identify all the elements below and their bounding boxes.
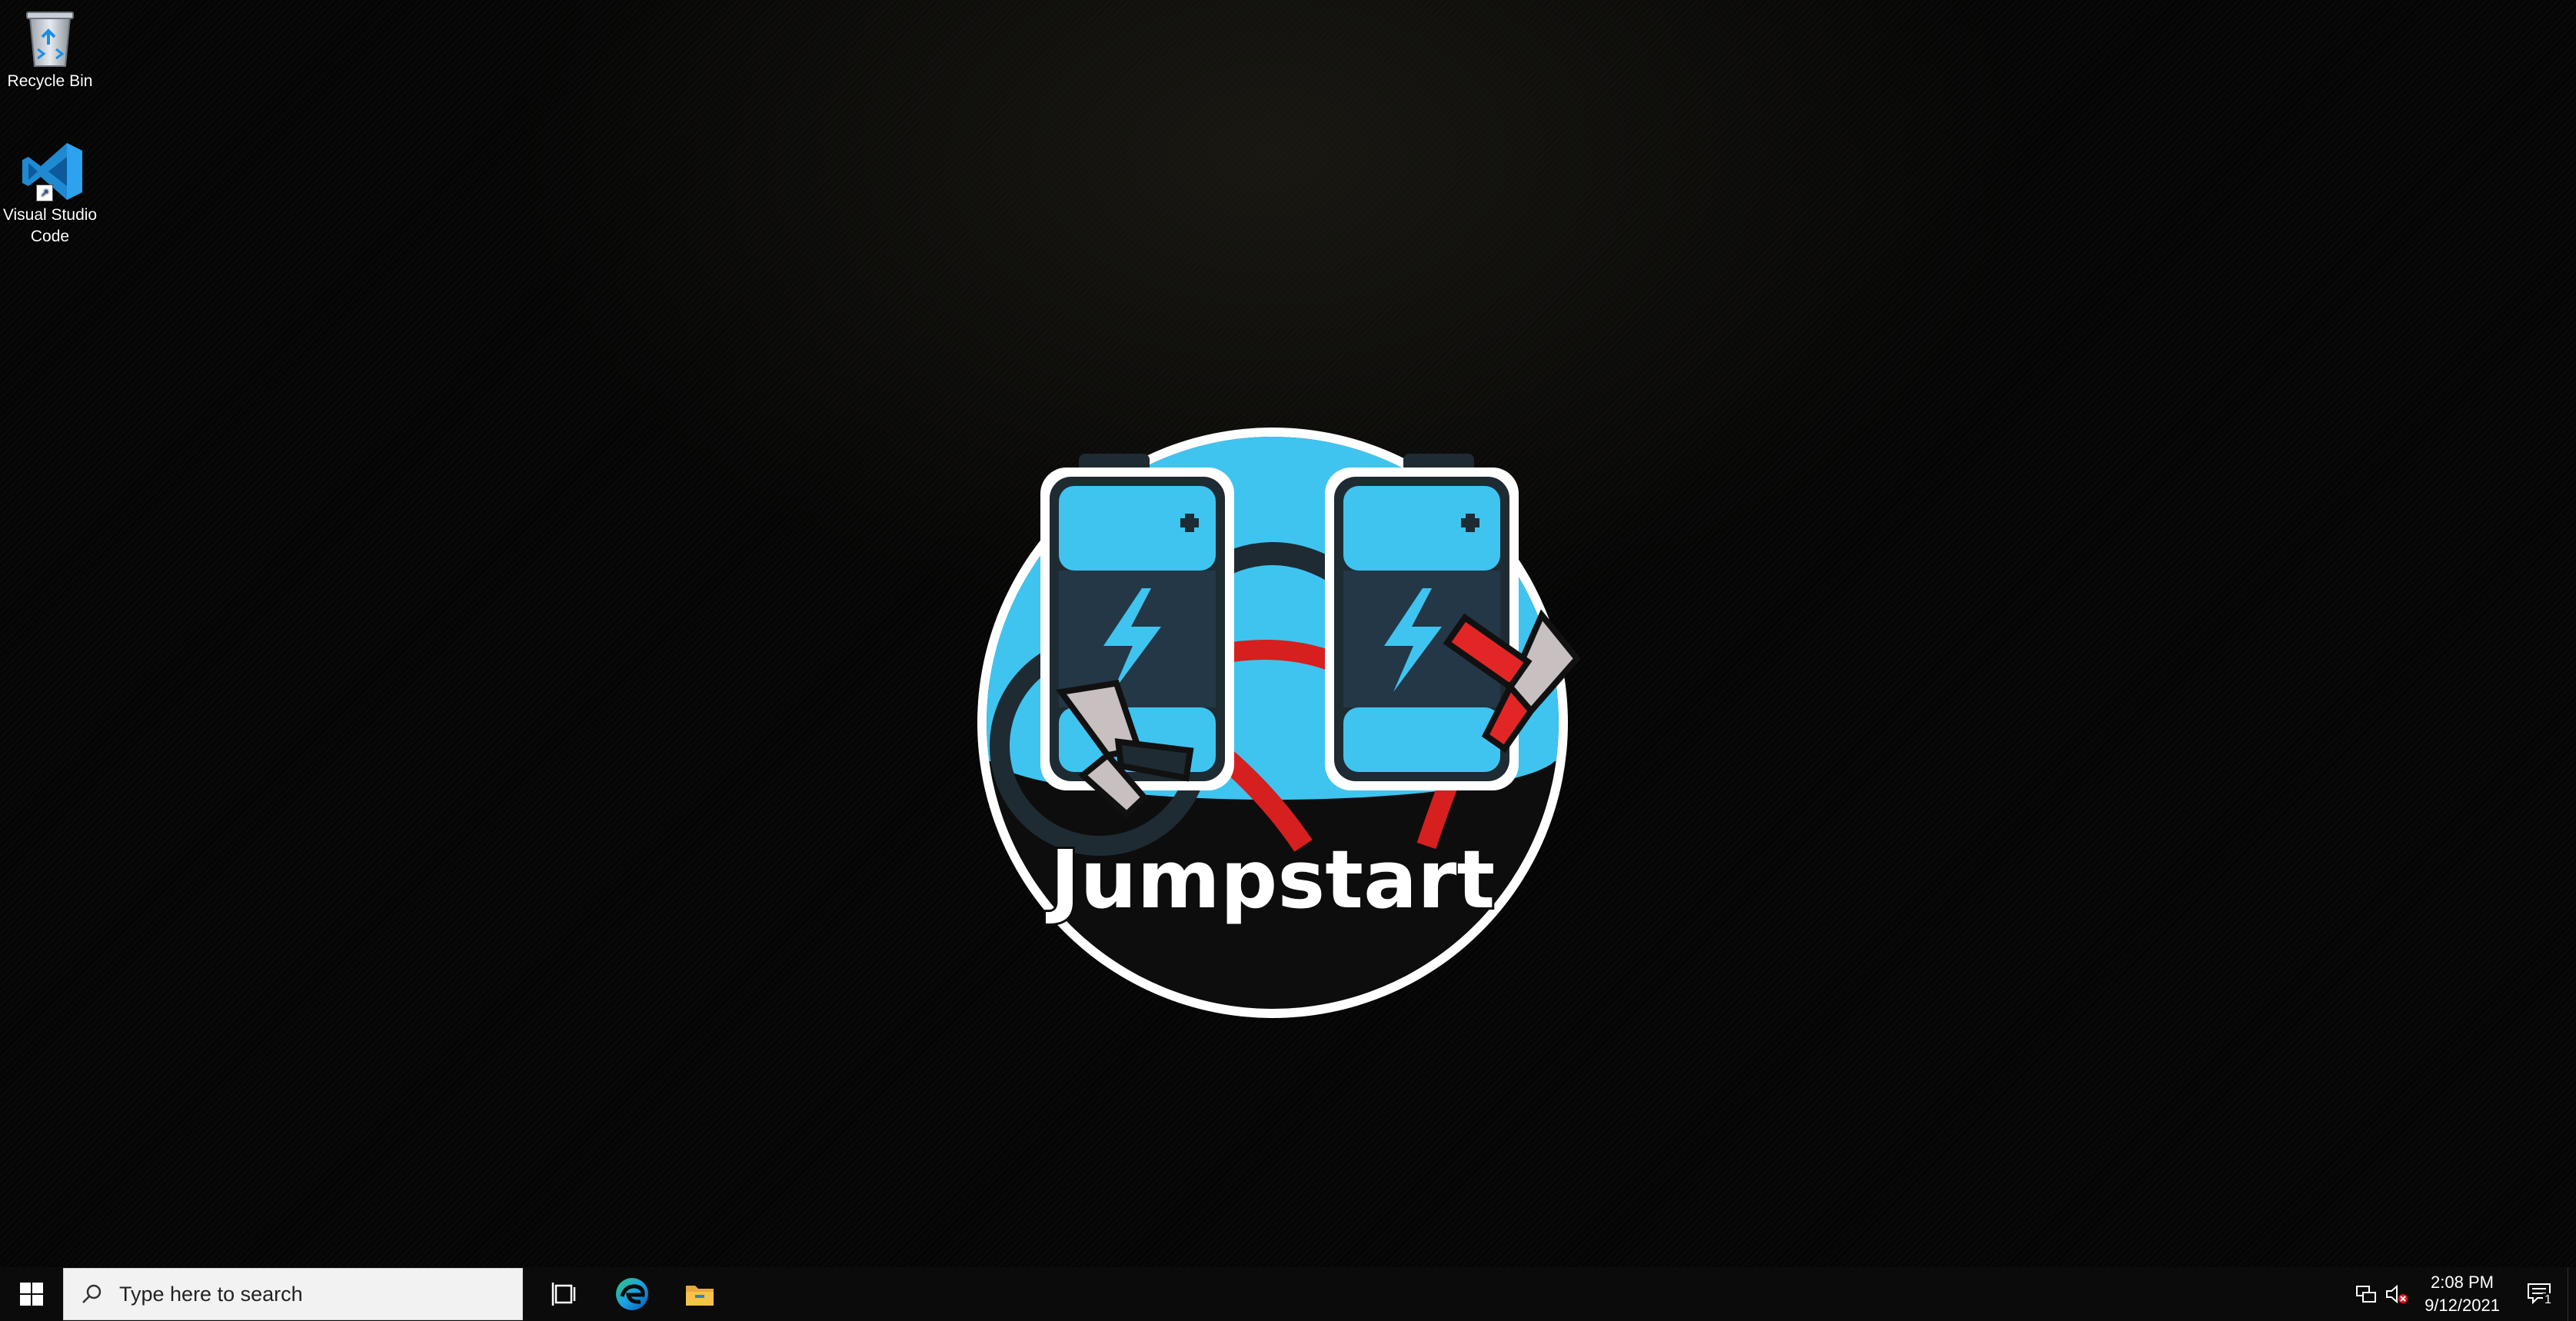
volume-muted-icon [2386,1284,2408,1304]
clock[interactable]: 2:08 PM 9/12/2021 [2412,1271,2512,1317]
recycle-bin-label: Recycle Bin [7,72,93,90]
show-desktop-button[interactable] [2568,1267,2576,1321]
edge-button[interactable] [598,1267,666,1321]
edge-icon [616,1278,648,1310]
start-button[interactable] [0,1267,63,1321]
file-explorer-button[interactable] [666,1267,734,1321]
network-button[interactable] [2351,1267,2381,1321]
shortcut-arrow-icon: ↗ [36,185,53,201]
notifications-button[interactable]: 1 [2512,1267,2568,1321]
system-tray: 2:08 PM 9/12/2021 1 [2351,1267,2576,1321]
notification-count-badge: 1 [2543,1293,2553,1307]
vscode-icon: ↗ [19,138,82,205]
clock-time: 2:08 PM [2431,1273,2494,1292]
task-view-icon [551,1283,576,1306]
taskbar: Type here to search 2:08 PM 9/12/2021 1 [0,1267,2576,1321]
search-input[interactable]: Type here to search [63,1268,523,1320]
windows-logo-icon [20,1283,43,1306]
desktop-icon-vscode[interactable]: ↗ Visual Studio Code [0,138,100,248]
desktop: Recycle Bin ↗ Visual Studio Code Jumpsta… [0,0,2576,1267]
search-icon [64,1283,119,1305]
network-icon [2356,1286,2376,1303]
jumpstart-logo: Jumpstart [977,428,1582,1018]
folder-icon [686,1286,714,1306]
logo-text: Jumpstart [1046,833,1495,927]
task-view-button[interactable] [531,1267,598,1321]
volume-button[interactable] [2381,1267,2412,1321]
search-placeholder: Type here to search [119,1282,303,1306]
recycle-bin-icon [19,5,81,71]
desktop-icon-recycle-bin[interactable]: Recycle Bin [0,5,100,92]
vscode-label: Visual Studio Code [2,206,98,245]
clock-date: 9/12/2021 [2425,1296,2500,1315]
